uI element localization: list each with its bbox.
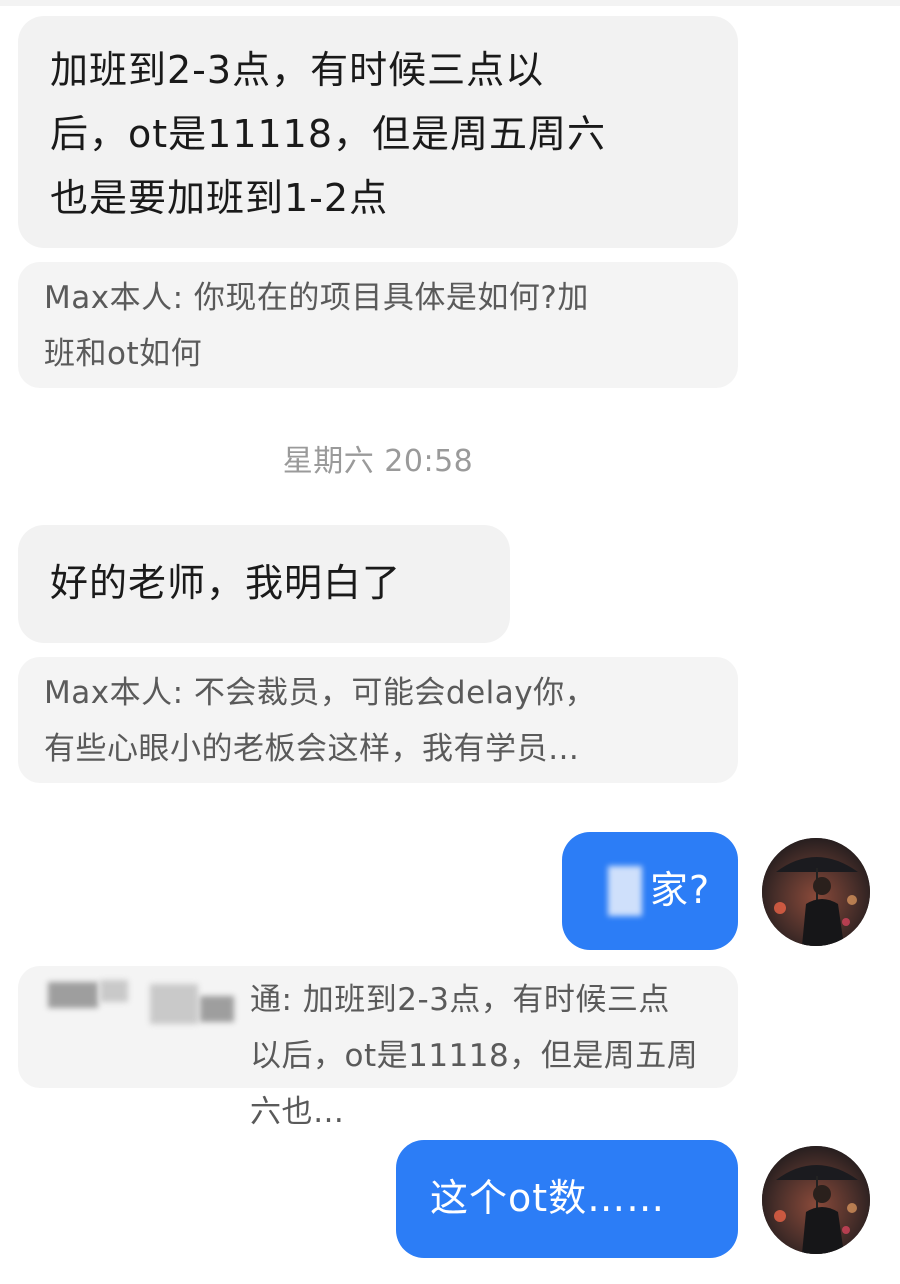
person-with-umbrella-avatar-icon <box>762 1146 870 1254</box>
quote-text: 通: 加班到2-3点，有时候三点 以后，ot是11118，但是周五周六也… <box>250 982 699 1130</box>
message-text: 这个ot数…… <box>430 1176 666 1220</box>
person-with-umbrella-avatar-icon <box>762 838 870 946</box>
quote-text: Max本人: 你现在的项目具体是如何?加 班和ot如何 <box>44 280 589 372</box>
top-edge <box>0 0 900 6</box>
self-avatar[interactable] <box>762 838 870 946</box>
quoted-message[interactable]: Max本人: 你现在的项目具体是如何?加 班和ot如何 <box>18 262 738 388</box>
message-text: 好的老师，我明白了 <box>50 561 402 605</box>
outgoing-message-bubble[interactable]: 家? <box>562 832 738 950</box>
quote-text: Max本人: 不会裁员，可能会delay你， 有些心眼小的老板会这样，我有学员… <box>44 675 597 767</box>
message-text: 加班到2-3点，有时候三点以 后，ot是11118，但是周五周六 也是要加班到1… <box>50 48 607 220</box>
outgoing-message-bubble[interactable]: 这个ot数…… <box>396 1140 738 1258</box>
incoming-message-bubble[interactable]: 加班到2-3点，有时候三点以 后，ot是11118，但是周五周六 也是要加班到1… <box>18 16 738 248</box>
redacted-text <box>608 866 642 916</box>
quoted-message[interactable]: Max本人: 不会裁员，可能会delay你， 有些心眼小的老板会这样，我有学员… <box>18 657 738 783</box>
self-avatar[interactable] <box>762 1146 870 1254</box>
quoted-message[interactable]: 通: 加班到2-3点，有时候三点 以后，ot是11118，但是周五周六也… <box>18 966 738 1130</box>
chat-timestamp: 星期六 20:58 <box>282 444 474 479</box>
message-text: 家? <box>650 868 711 912</box>
incoming-message-bubble[interactable]: 好的老师，我明白了 <box>18 525 510 643</box>
